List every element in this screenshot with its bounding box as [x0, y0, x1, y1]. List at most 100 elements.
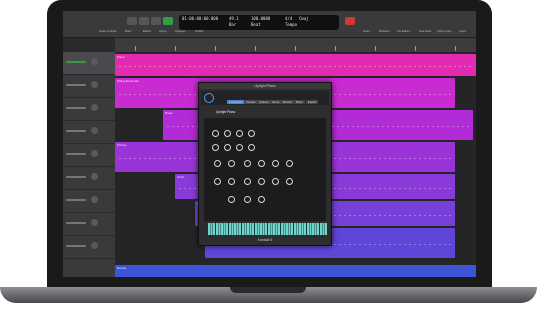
laptop-notch — [230, 287, 306, 293]
label-smart-controls[interactable]: Smart Controls — [99, 30, 116, 33]
label-apple-loops[interactable]: Apple Loops — [437, 30, 451, 33]
rewind-icon[interactable] — [127, 17, 137, 25]
lcd-status-1: Bar — [229, 22, 237, 27]
knob-icon[interactable] — [286, 178, 293, 185]
region[interactable]: Drums — [115, 265, 476, 277]
pan-knob[interactable] — [91, 81, 98, 88]
ruler-tick — [295, 46, 296, 51]
label-mixer[interactable]: Mixer — [125, 30, 131, 33]
plugin-window[interactable]: Upright Piano Instrument Presets Options… — [198, 82, 332, 246]
label-score[interactable]: Score — [363, 30, 370, 33]
knob-icon[interactable] — [248, 130, 255, 137]
knob-icon[interactable] — [258, 160, 265, 167]
track-header[interactable] — [63, 98, 115, 121]
knob-icon[interactable] — [228, 160, 235, 167]
lcd-key: Cmaj — [299, 16, 309, 21]
knob-icon[interactable] — [244, 160, 251, 167]
midi-notes — [119, 60, 472, 73]
volume-fader[interactable] — [66, 222, 86, 224]
region-name: Brass — [165, 111, 173, 115]
label-toolbar[interactable]: Toolbar — [195, 30, 204, 33]
track-header[interactable] — [63, 121, 115, 144]
tab-options[interactable]: Options — [257, 100, 271, 104]
timeline-ruler[interactable] — [115, 38, 476, 53]
volume-fader[interactable] — [66, 176, 86, 178]
volume-fader[interactable] — [66, 84, 86, 86]
knob-icon[interactable] — [228, 178, 235, 185]
plugin-footer: Kontakt 5 — [257, 238, 273, 242]
pan-knob[interactable] — [91, 58, 98, 65]
record-icon[interactable] — [345, 17, 355, 25]
ruler-tick — [375, 46, 376, 51]
stop-icon[interactable] — [151, 17, 161, 25]
pan-knob[interactable] — [91, 173, 98, 180]
lcd-time: 01:00:00:00.000 — [182, 16, 219, 21]
knob-icon[interactable] — [244, 196, 251, 203]
region-name: Strings — [117, 143, 127, 147]
volume-fader[interactable] — [66, 199, 86, 201]
knob-icon[interactable] — [214, 178, 221, 185]
knob-icon[interactable] — [244, 178, 251, 185]
instrument-header: Upright Piano — [204, 108, 326, 118]
pan-knob[interactable] — [91, 219, 98, 226]
knob-icon[interactable] — [248, 144, 255, 151]
knob-icon[interactable] — [286, 160, 293, 167]
tab-export[interactable]: Export — [306, 100, 319, 104]
knob-icon[interactable] — [258, 196, 265, 203]
volume-fader[interactable] — [66, 130, 86, 132]
knob-icon[interactable] — [236, 130, 243, 137]
label-browsers[interactable]: Browsers — [379, 30, 390, 33]
ruler-tick — [215, 46, 216, 51]
knob-icon[interactable] — [272, 160, 279, 167]
knob-icon[interactable] — [224, 144, 231, 151]
label-inspector[interactable]: Inspector — [175, 30, 186, 33]
track-header[interactable] — [63, 236, 115, 259]
region-name: Piano — [117, 55, 125, 59]
tab-score[interactable]: Score — [270, 100, 282, 104]
piano-keyboard[interactable] — [208, 223, 327, 235]
plugin-titlebar[interactable]: Upright Piano — [199, 83, 331, 89]
tab-mixer[interactable]: Mixer — [294, 100, 305, 104]
volume-fader[interactable] — [66, 245, 86, 247]
power-icon[interactable] — [204, 93, 214, 103]
track-header[interactable] — [63, 52, 115, 75]
tab-presets[interactable]: Presets — [244, 100, 258, 104]
forward-icon[interactable] — [139, 17, 149, 25]
play-icon[interactable] — [163, 17, 173, 25]
lcd-signature: 4/4 — [285, 16, 293, 21]
knob-icon[interactable] — [258, 178, 265, 185]
knob-icon[interactable] — [272, 178, 279, 185]
pan-knob[interactable] — [91, 104, 98, 111]
track-header[interactable] — [63, 75, 115, 98]
region-name: Choir — [177, 175, 185, 179]
volume-fader[interactable] — [66, 153, 86, 155]
tab-record[interactable]: Record — [281, 100, 295, 104]
lcd-display: 01:00:00:00.000 49.1 100.0000 4/4 Cmaj B… — [179, 15, 339, 30]
track-header[interactable] — [63, 213, 115, 236]
track-header[interactable] — [63, 167, 115, 190]
region[interactable]: Piano — [115, 54, 476, 76]
tab-instrument[interactable]: Instrument — [227, 100, 245, 104]
label-editors[interactable]: Editors — [143, 30, 151, 33]
label-loops[interactable]: Loops — [459, 30, 466, 33]
track-header[interactable] — [63, 144, 115, 167]
knob-icon[interactable] — [224, 130, 231, 137]
pan-knob[interactable] — [91, 127, 98, 134]
lcd-bar: 49.1 — [229, 16, 239, 21]
knob-icon[interactable] — [214, 160, 221, 167]
knob-icon[interactable] — [236, 144, 243, 151]
volume-fader[interactable] — [66, 107, 86, 109]
label-library[interactable]: Library — [159, 30, 167, 33]
pan-knob[interactable] — [91, 196, 98, 203]
knob-icon[interactable] — [212, 130, 219, 137]
control-bar: 01:00:00:00.000 49.1 100.0000 4/4 Cmaj B… — [63, 11, 476, 38]
label-note-pads[interactable]: Note Pads — [419, 30, 431, 33]
knob-icon[interactable] — [212, 144, 219, 151]
knob-icon[interactable] — [228, 196, 235, 203]
pan-knob[interactable] — [91, 150, 98, 157]
pan-knob[interactable] — [91, 242, 98, 249]
kontakt-instrument-panel: Upright Piano — [204, 108, 326, 221]
track-header[interactable] — [63, 190, 115, 213]
volume-fader[interactable] — [66, 61, 86, 63]
label-list-editors[interactable]: List Editors — [397, 30, 410, 33]
